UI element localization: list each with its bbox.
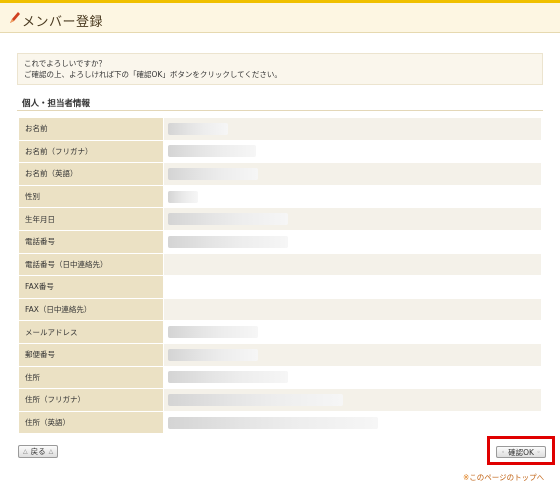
redacted-value xyxy=(168,190,198,203)
row-label: 生年月日 xyxy=(18,207,164,231)
confirm-ok-button[interactable]: ◦ 確認OK ◦ xyxy=(496,446,546,458)
redacted-value xyxy=(168,145,256,158)
redacted-value xyxy=(168,393,343,406)
row-value-redacted xyxy=(163,229,542,254)
redacted-value xyxy=(168,348,258,361)
back-button[interactable]: △ 戻る △ xyxy=(18,445,59,458)
member-info-table: お名前 お名前（フリガナ） お名前（英語） 性別 生年月日 電話番号 電話番号（… xyxy=(18,117,542,435)
page-title: メンバー登録 xyxy=(22,15,104,30)
table-row: 性別 xyxy=(18,184,542,209)
page-top-link[interactable]: ※このページのトップへ xyxy=(463,472,544,483)
redacted-value xyxy=(168,167,258,180)
section-divider xyxy=(17,110,543,111)
back-button-label: 戻る xyxy=(30,447,46,456)
row-value-redacted xyxy=(163,139,542,164)
row-value-redacted xyxy=(163,117,542,141)
table-row: お名前（フリガナ） xyxy=(18,139,542,164)
confirmation-notice: これでよろしいですか？ ご確認の上、よろしければ下の「確認OK」ボタンをクリック… xyxy=(17,53,543,85)
table-row: 電話番号 xyxy=(18,229,542,254)
table-row: FAX番号 xyxy=(18,275,542,299)
row-label: お名前 xyxy=(18,117,164,141)
notice-line-2: ご確認の上、よろしければ下の「確認OK」ボタンをクリックしてください。 xyxy=(24,70,282,79)
row-label: お名前（英語） xyxy=(18,162,164,186)
bullet-right-icon: ◦ xyxy=(536,448,541,456)
section-title: 個人・担当者情報 xyxy=(22,99,91,109)
redacted-value xyxy=(168,326,258,339)
redacted-value xyxy=(168,235,288,248)
notice-line-1: これでよろしいですか？ xyxy=(24,59,107,68)
redacted-value xyxy=(168,416,378,429)
row-value-redacted xyxy=(163,342,542,367)
table-row: FAX（日中連絡先） xyxy=(18,297,542,322)
row-value-redacted xyxy=(163,410,542,435)
redacted-value xyxy=(168,371,288,384)
row-label: 電話番号（日中連絡先） xyxy=(18,252,164,277)
row-label: FAX番号 xyxy=(18,275,164,299)
row-value-redacted xyxy=(163,162,542,186)
table-row: 住所（フリガナ） xyxy=(18,388,542,412)
row-value-empty xyxy=(163,252,542,277)
row-value-empty xyxy=(163,275,542,299)
table-row: 郵便番号 xyxy=(18,342,542,367)
row-value-redacted xyxy=(163,388,542,412)
row-value-empty xyxy=(163,297,542,322)
row-value-redacted xyxy=(163,184,542,209)
row-label: 住所 xyxy=(18,365,164,390)
row-label: FAX（日中連絡先） xyxy=(18,297,164,322)
table-row: お名前（英語） xyxy=(18,162,542,186)
table-row: お名前 xyxy=(18,117,542,141)
row-label: 性別 xyxy=(18,184,164,209)
row-label: 住所（フリガナ） xyxy=(18,388,164,412)
triangle-left-icon: △ xyxy=(23,448,28,455)
table-row: 電話番号（日中連絡先） xyxy=(18,252,542,277)
triangle-right-icon: △ xyxy=(48,448,54,455)
bullet-left-icon: ◦ xyxy=(501,448,506,456)
table-row: 生年月日 xyxy=(18,207,542,231)
row-label: 住所（英語） xyxy=(18,410,164,435)
row-label: 電話番号 xyxy=(18,229,164,254)
row-value-redacted xyxy=(163,365,542,390)
row-label: お名前（フリガナ） xyxy=(18,139,164,164)
page-top-label: このページのトップへ xyxy=(469,473,545,482)
redacted-value xyxy=(168,213,288,226)
row-value-redacted xyxy=(163,207,542,231)
row-value-redacted xyxy=(163,320,542,344)
table-row: メールアドレス xyxy=(18,320,542,344)
redacted-value xyxy=(168,122,228,135)
pen-icon xyxy=(10,12,20,23)
row-label: メールアドレス xyxy=(18,320,164,344)
page-header: メンバー登録 xyxy=(0,3,560,33)
confirm-button-label: 確認OK xyxy=(508,447,534,457)
confirm-highlight-box: ◦ 確認OK ◦ xyxy=(487,436,555,465)
table-row: 住所（英語） xyxy=(18,410,542,435)
row-label: 郵便番号 xyxy=(18,342,164,367)
table-row: 住所 xyxy=(18,365,542,390)
